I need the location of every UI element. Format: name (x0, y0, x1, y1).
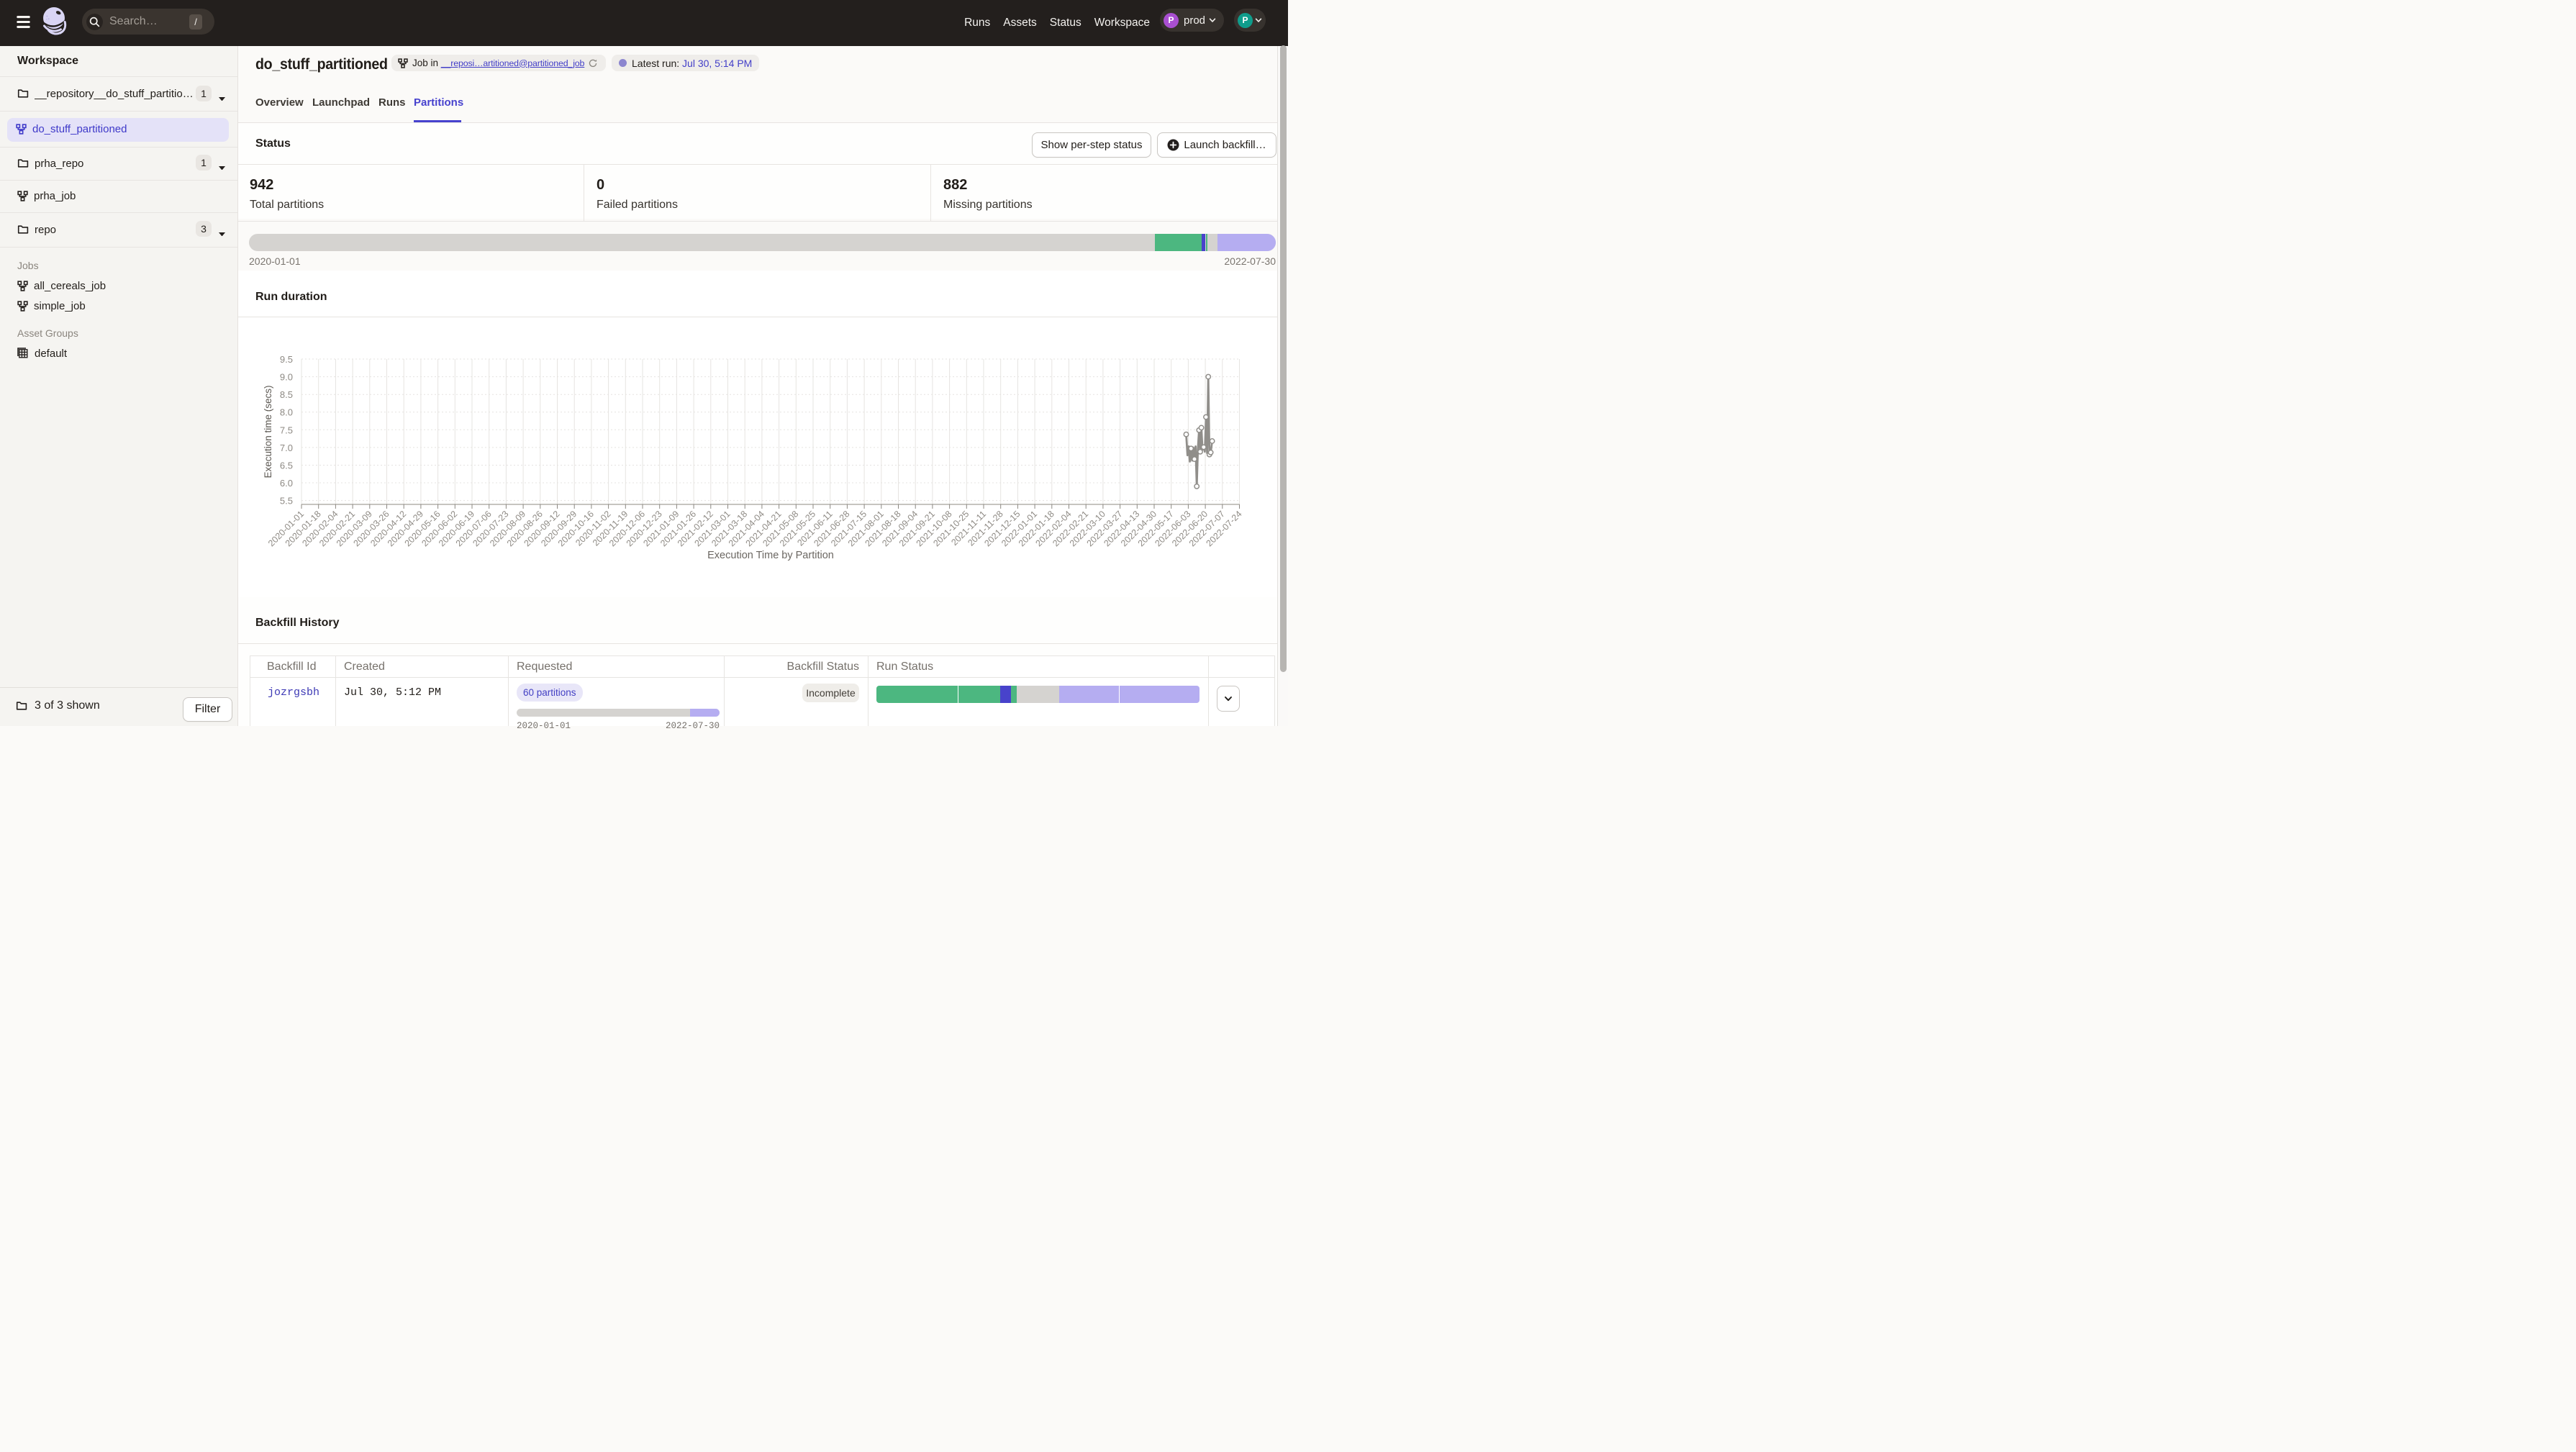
svg-text:8.5: 8.5 (280, 389, 293, 400)
svg-text:Execution Time by Partition: Execution Time by Partition (707, 550, 834, 561)
svg-text:Execution time (secs): Execution time (secs) (263, 385, 273, 478)
svg-text:8.0: 8.0 (280, 407, 293, 418)
svg-text:7.0: 7.0 (280, 443, 293, 453)
svg-text:6.0: 6.0 (280, 478, 293, 489)
svg-text:9.5: 9.5 (280, 354, 293, 365)
svg-text:6.5: 6.5 (280, 460, 293, 471)
svg-text:7.5: 7.5 (280, 425, 293, 435)
svg-text:5.5: 5.5 (280, 496, 293, 507)
svg-text:9.0: 9.0 (280, 372, 293, 383)
